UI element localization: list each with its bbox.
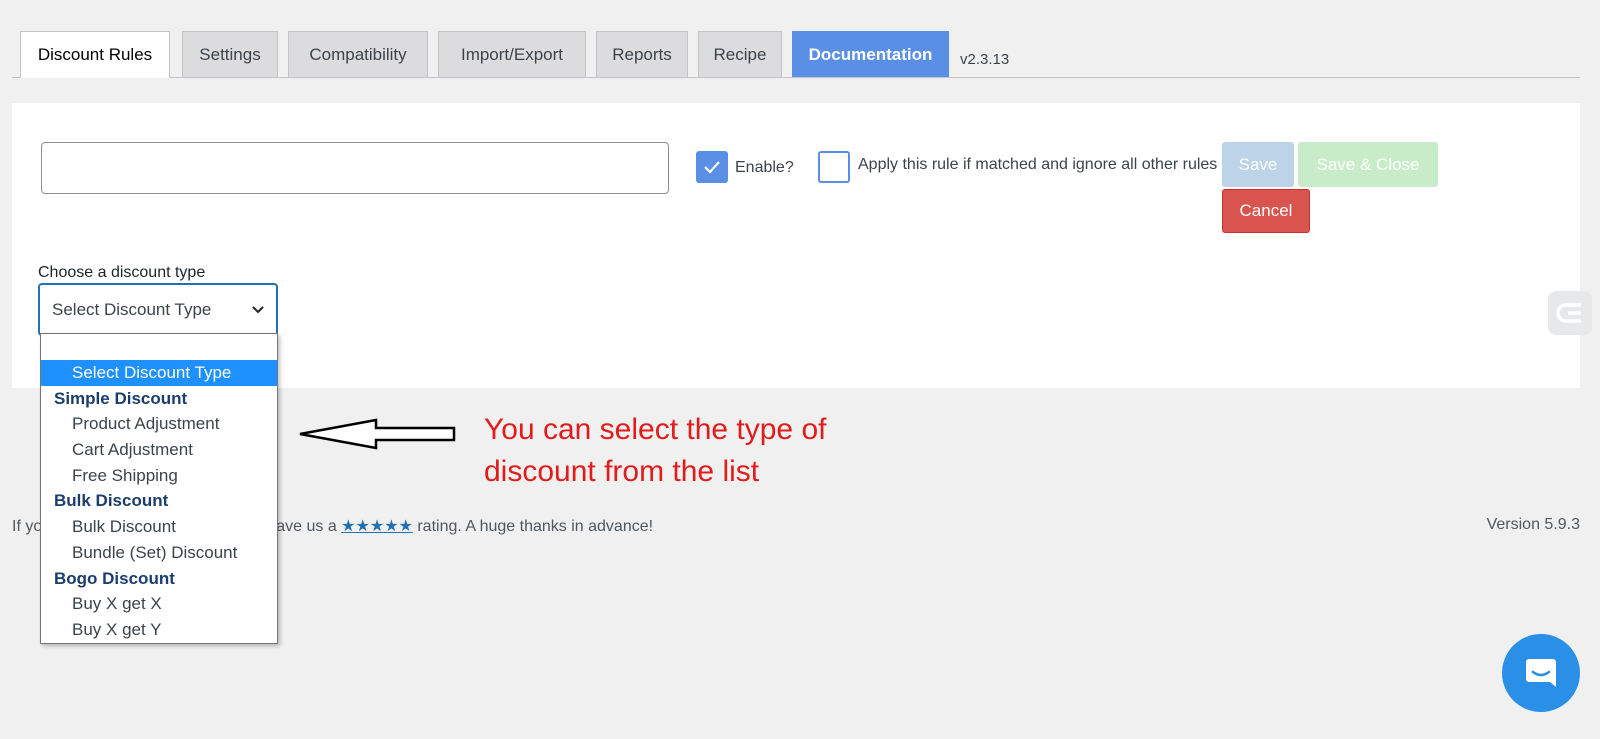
cancel-button[interactable]: Cancel <box>1222 189 1310 233</box>
dropdown-option[interactable]: Product Adjustment <box>41 411 277 437</box>
tab-import-export[interactable]: Import/Export <box>438 31 586 77</box>
tab-reports[interactable]: Reports <box>596 31 688 77</box>
left-arrow-icon <box>299 418 456 450</box>
nav-tab-bar: Discount Rules Settings Compatibility Im… <box>12 31 1580 78</box>
enable-label: Enable? <box>735 159 794 176</box>
footer-text-mid: ave us a <box>276 518 337 535</box>
tab-settings[interactable]: Settings <box>182 31 278 77</box>
exclusive-rule-label: Apply this rule if matched and ignore al… <box>858 156 1218 173</box>
discount-type-select[interactable]: Select Discount Type <box>38 283 278 336</box>
dropdown-group-header: Bulk Discount <box>54 491 169 511</box>
discount-type-selected-value: Select Discount Type <box>52 299 212 319</box>
dropdown-group-header: Simple Discount <box>54 388 188 408</box>
check-icon <box>704 161 720 174</box>
dropdown-option[interactable]: Buy X get Y <box>41 617 277 643</box>
dropdown-option[interactable]: Bundle (Set) Discount <box>41 540 277 566</box>
tab-discount-rules[interactable]: Discount Rules <box>20 31 170 78</box>
dropdown-group-header: Bogo Discount <box>54 568 175 588</box>
save-and-close-button[interactable]: Save & Close <box>1298 142 1438 187</box>
dropdown-option[interactable]: Select Discount Type <box>41 360 277 386</box>
discount-type-dropdown-list: Select Discount Type Simple Discount Pro… <box>40 333 278 644</box>
rule-title-input[interactable] <box>41 142 669 194</box>
footer-text-start: If yo <box>12 518 43 535</box>
enable-checkbox[interactable] <box>696 151 728 183</box>
tab-recipe[interactable]: Recipe <box>698 31 782 77</box>
tab-compatibility[interactable]: Compatibility <box>288 31 428 77</box>
exclusive-rule-checkbox[interactable] <box>818 151 850 183</box>
rating-stars-link[interactable]: ★★★★★ <box>341 518 413 535</box>
widget-logo-icon <box>1556 303 1581 323</box>
dropdown-option[interactable]: Free Shipping <box>41 463 277 489</box>
plugin-version: v2.3.13 <box>960 51 1010 68</box>
chevron-down-icon <box>252 306 264 314</box>
annotation-callout-text: You can select the type of discount from… <box>484 413 827 488</box>
wp-version: Version 5.9.3 <box>1486 516 1580 533</box>
chat-launcher-button[interactable] <box>1502 634 1580 712</box>
dropdown-option[interactable]: Bulk Discount <box>41 514 277 540</box>
chat-icon <box>1526 659 1556 687</box>
save-button[interactable]: Save <box>1222 142 1294 187</box>
side-widget-button[interactable] <box>1548 291 1592 335</box>
discount-type-label: Choose a discount type <box>38 264 206 281</box>
footer-text-end: rating. A huge thanks in advance! <box>417 518 654 535</box>
dropdown-option[interactable]: Buy X get X <box>41 591 277 617</box>
dropdown-option[interactable]: Cart Adjustment <box>41 437 277 463</box>
tab-documentation[interactable]: Documentation <box>792 31 949 77</box>
